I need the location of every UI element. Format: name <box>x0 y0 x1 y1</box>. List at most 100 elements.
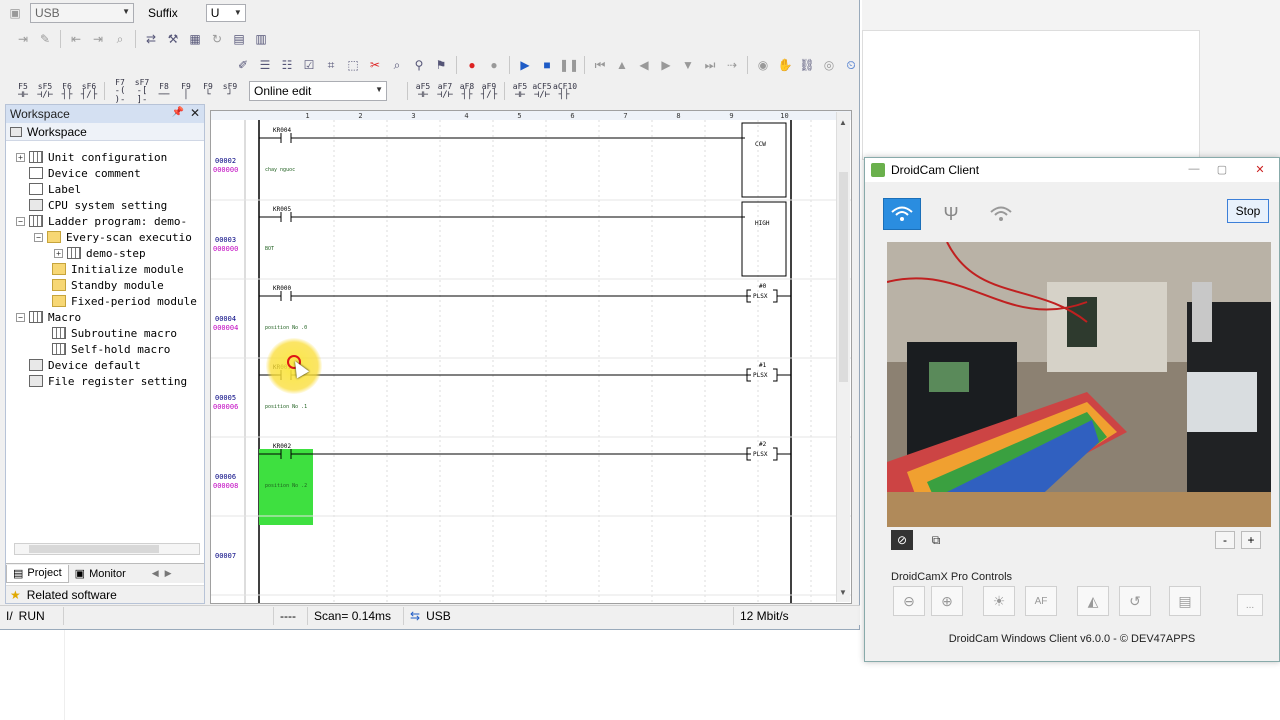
fkey-sf6[interactable]: sF6 ┤/├ <box>78 82 100 100</box>
reload-icon[interactable]: ↻ <box>207 29 227 49</box>
convert-icon[interactable]: ⇄ <box>141 29 161 49</box>
fkey-acf5[interactable]: aCF5 ⊣/⊢ <box>531 82 553 100</box>
fkey-f6[interactable]: F6 ┤├ <box>56 82 78 100</box>
workspace-hscrollbar[interactable] <box>14 543 200 555</box>
tab-scroll-left-icon[interactable]: ◀ <box>152 568 159 579</box>
zoom-out-button[interactable]: - <box>1215 531 1235 549</box>
record-stop-icon[interactable]: ● <box>484 55 504 75</box>
fkey-sf9[interactable]: sF9 ┘ <box>219 82 241 100</box>
stop-button[interactable]: Stop <box>1227 199 1269 223</box>
suffix-select[interactable]: U ▼ <box>205 4 246 22</box>
camera-off-icon[interactable]: ⊘ <box>891 530 913 550</box>
scroll-thumb[interactable] <box>29 545 159 553</box>
mirror-icon[interactable]: ◭ <box>1077 586 1109 616</box>
edit-icon[interactable]: ✎ <box>35 29 55 49</box>
tree-item-device-comment[interactable]: Device comment <box>29 165 141 181</box>
fkey-f5[interactable]: F5 ⊣⊢ <box>12 82 34 100</box>
fkey-f7[interactable]: F7 -( )- <box>109 78 131 105</box>
workspace-root[interactable]: Workspace <box>6 123 204 141</box>
record-icon[interactable]: ● <box>462 55 482 75</box>
step-last-icon[interactable]: ⏭ <box>700 55 720 75</box>
usb-icon[interactable]: Ψ <box>932 198 970 230</box>
step-first-icon[interactable]: ⏮ <box>590 55 610 75</box>
mode-select[interactable]: Online edit ▼ <box>249 81 387 101</box>
related-software[interactable]: ★ Related software <box>6 585 204 603</box>
tree-item-initialize-module[interactable]: Initialize module <box>52 261 184 277</box>
fkey-sf7[interactable]: sF7 -[ ]- <box>131 78 153 105</box>
fkey-acf10[interactable]: aCF10 ┤├ <box>553 82 577 100</box>
zoom-icon[interactable]: ⚲ <box>409 55 429 75</box>
tree-item-macro[interactable]: − Macro <box>16 309 81 325</box>
fkey-f8[interactable]: F8 ── <box>153 82 175 100</box>
jpg-icon[interactable]: ▤ <box>1169 586 1201 616</box>
hand-icon[interactable]: ✋ <box>775 55 795 75</box>
tree-item-every-scan[interactable]: − Every-scan executio <box>34 229 192 245</box>
list-alt-icon[interactable]: ☷ <box>277 55 297 75</box>
scroll-up-icon[interactable]: ▲ <box>839 118 847 127</box>
tree-item-unit-configuration[interactable]: + Unit configuration <box>16 149 167 165</box>
fkey-af5-alt[interactable]: aF5 ⊣⊢ <box>509 82 531 100</box>
pause-icon[interactable]: ❚❚ <box>559 55 579 75</box>
rotate-icon[interactable]: ↺ <box>1119 586 1151 616</box>
clock-icon[interactable]: ⏲ <box>841 55 861 75</box>
link-icon[interactable]: ⛓ <box>797 55 817 75</box>
tree-item-file-register-setting[interactable]: File register setting <box>29 373 187 389</box>
tab-monitor[interactable]: ▣ Monitor <box>69 565 132 583</box>
play-icon[interactable]: ▶ <box>515 55 535 75</box>
tree-item-demo-step[interactable]: + demo-step <box>54 245 146 261</box>
ladder-vscrollbar[interactable]: ▲ ▼ <box>836 112 850 602</box>
fkey-f9[interactable]: F9 │ <box>175 82 197 100</box>
memory-icon[interactable]: ▥ <box>251 29 271 49</box>
fkey-af7[interactable]: aF7 ⊣/⊢ <box>434 82 456 100</box>
tab-project[interactable]: ▤ Project <box>6 564 69 583</box>
filter-icon[interactable]: ⚑ <box>431 55 451 75</box>
open-icon[interactable]: ⇥ <box>13 29 33 49</box>
tab-scroll-right-icon[interactable]: ▶ <box>165 568 172 579</box>
expand-icon[interactable]: + <box>16 152 25 162</box>
tree-item-ladder-program[interactable]: − Ladder program: demo- <box>16 213 187 229</box>
device-icon[interactable]: ▤ <box>229 29 249 49</box>
transfer-icon[interactable]: ⇤ <box>66 29 86 49</box>
more-button[interactable]: ... <box>1237 594 1263 616</box>
close-icon[interactable]: ✕ <box>1247 160 1273 178</box>
close-icon[interactable]: ✕ <box>190 106 200 120</box>
popout-icon[interactable]: ⧉ <box>925 530 947 550</box>
tree-item-standby-module[interactable]: Standby module <box>52 277 164 293</box>
fkey-af5[interactable]: aF5 ⊣⊢ <box>412 82 434 100</box>
transfer-out-icon[interactable]: ⇥ <box>88 29 108 49</box>
zoom-out-icon[interactable]: ⊖ <box>893 586 925 616</box>
tree-item-device-default[interactable]: Device default <box>29 357 141 373</box>
collapse-icon[interactable]: − <box>16 216 25 226</box>
table-icon[interactable]: ▦ <box>185 29 205 49</box>
flash-icon[interactable]: ☀ <box>983 586 1015 616</box>
wifi-server-icon[interactable] <box>982 198 1020 230</box>
module-icon[interactable]: ⬚ <box>343 55 363 75</box>
minimize-icon[interactable]: — <box>1181 160 1207 178</box>
autofocus-button[interactable]: AF <box>1025 586 1057 616</box>
step-over-icon[interactable]: ⇢ <box>722 55 742 75</box>
zoom-in-button[interactable]: + <box>1241 531 1261 549</box>
stop-icon[interactable]: ■ <box>537 55 557 75</box>
breakpoint-icon[interactable]: ◉ <box>753 55 773 75</box>
collapse-icon[interactable]: − <box>34 232 43 242</box>
step-up-icon[interactable]: ▲ <box>612 55 632 75</box>
tool-icon[interactable]: ✂ <box>365 55 385 75</box>
connection-select[interactable]: USB ▼ <box>30 3 134 23</box>
maximize-icon[interactable]: ▢ <box>1209 160 1235 178</box>
pencil-icon[interactable]: ✐ <box>233 55 253 75</box>
collapse-icon[interactable]: − <box>16 312 25 322</box>
search-icon[interactable]: ⌕ <box>387 55 407 75</box>
fkey-af9[interactable]: aF9 ┤/├ <box>478 82 500 100</box>
step-forward-icon[interactable]: ▶ <box>656 55 676 75</box>
tree-item-subroutine-macro[interactable]: Subroutine macro <box>52 325 177 341</box>
fkey-f9-alt[interactable]: F9 └ <box>197 82 219 100</box>
build-icon[interactable]: ⚒ <box>163 29 183 49</box>
step-back-icon[interactable]: ◀ <box>634 55 654 75</box>
fkey-af8[interactable]: aF8 ┤├ <box>456 82 478 100</box>
expand-icon[interactable]: + <box>54 248 63 258</box>
tree-item-fixed-period-module[interactable]: Fixed-period module <box>52 293 197 309</box>
wifi-icon[interactable] <box>883 198 921 230</box>
chart-icon[interactable]: ⌗ <box>321 55 341 75</box>
tree-item-self-hold-macro[interactable]: Self-hold macro <box>52 341 170 357</box>
fkey-sf5[interactable]: sF5 ⊣/⊢ <box>34 82 56 100</box>
